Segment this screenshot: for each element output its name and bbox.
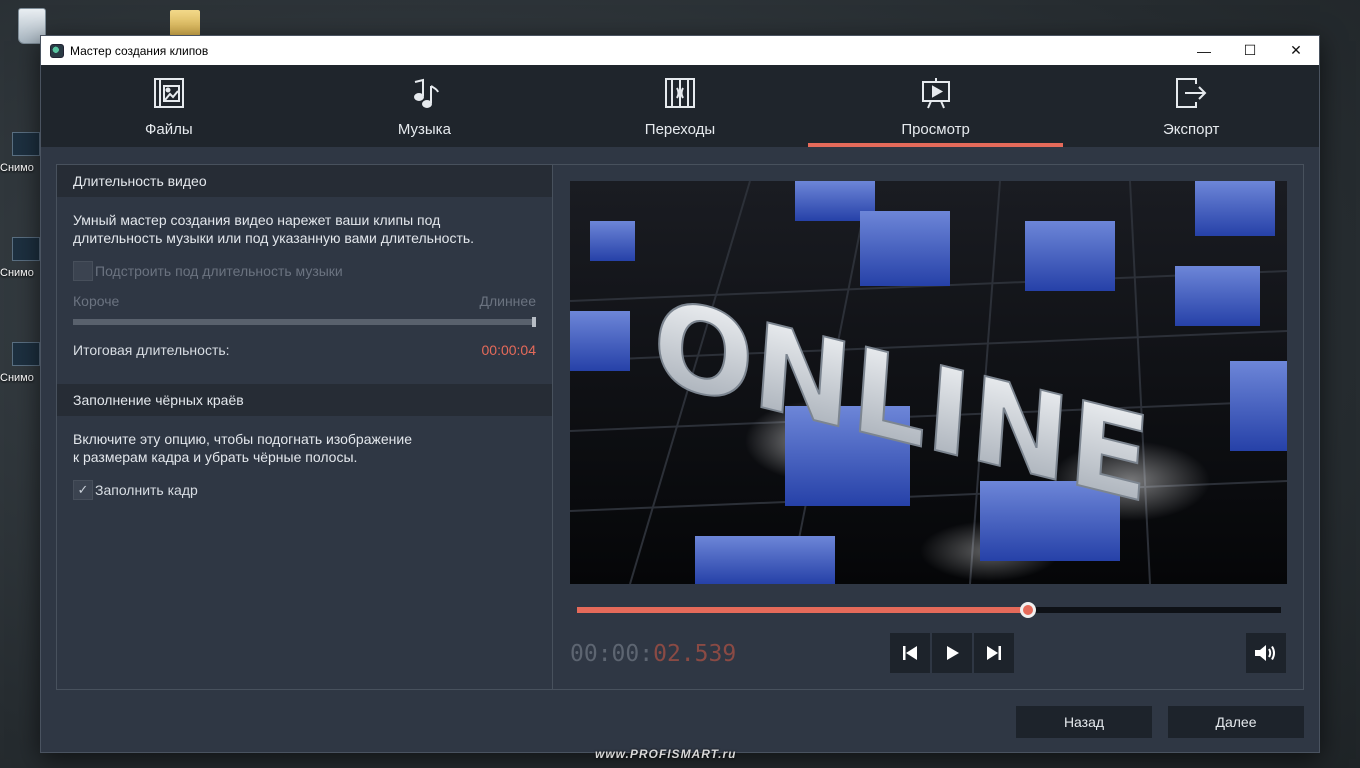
folder-icon[interactable]: [170, 10, 210, 36]
fill-heading: Заполнение чёрных краёв: [57, 384, 552, 416]
app-logo-icon: [50, 43, 64, 58]
fit-music-label: Подстроить под длительность музыки: [95, 263, 343, 279]
tab-label: Экспорт: [1162, 121, 1220, 138]
wizard-tabs: Файлы Музыка Переходы Просмотр Экспорт: [41, 65, 1319, 147]
volume-button[interactable]: [1246, 633, 1286, 673]
desktop-file-snapshot-2[interactable]: Снимо: [0, 237, 40, 279]
timecode-value: 02.539: [653, 641, 737, 667]
minimize-button[interactable]: —: [1181, 36, 1227, 65]
duration-slider[interactable]: [73, 317, 536, 327]
seek-bar-handle[interactable]: [1019, 602, 1036, 618]
seek-bar-progress: [577, 607, 1028, 613]
seek-bar[interactable]: [577, 602, 1281, 618]
maximize-button[interactable]: ☐: [1227, 36, 1273, 65]
tab-music[interactable]: Музыка: [297, 65, 553, 147]
settings-panel: Длительность видео Умный мастер создания…: [57, 165, 553, 689]
duration-range-labels: Короче Длиннее: [57, 293, 552, 309]
clip-wizard-window: Мастер создания клипов — ☐ ✕ Файлы Музык…: [40, 35, 1320, 753]
skip-back-icon: [903, 646, 917, 660]
previous-button[interactable]: [890, 633, 930, 673]
timecode-prefix: 00:00:: [570, 641, 654, 667]
video-preview[interactable]: ONLINE: [570, 181, 1287, 584]
next-step-button[interactable]: Далее: [1168, 706, 1304, 738]
desktop-file-snapshot-3[interactable]: Снимо: [0, 342, 40, 384]
desktop-file-label: Снимо: [0, 162, 34, 174]
tab-label: Просмотр: [901, 121, 970, 138]
tab-export[interactable]: Экспорт: [1063, 65, 1319, 147]
play-button[interactable]: [932, 633, 972, 673]
fit-music-checkbox[interactable]: [73, 261, 93, 281]
back-button[interactable]: Назад: [1016, 706, 1152, 738]
tab-files[interactable]: Файлы: [41, 65, 297, 147]
desktop-file-label: Снимо: [0, 267, 34, 279]
fill-frame-checkbox[interactable]: ✓: [73, 480, 93, 500]
wizard-content: Длительность видео Умный мастер создания…: [56, 164, 1304, 690]
image-file-icon: [12, 132, 40, 156]
window-title: Мастер создания клипов: [70, 43, 209, 58]
title-bar[interactable]: Мастер создания клипов — ☐ ✕: [41, 36, 1319, 65]
tab-label: Файлы: [144, 121, 193, 138]
image-file-icon: [12, 342, 40, 366]
music-icon: [406, 75, 442, 111]
tab-label: Переходы: [644, 121, 716, 138]
checkmark-icon: ✓: [77, 482, 89, 497]
volume-icon: [1255, 645, 1275, 661]
play-icon: [947, 646, 959, 660]
fill-frame-option[interactable]: ✓ Заполнить кадр: [57, 480, 552, 500]
duration-description-line: Умный мастер создания видео нарежет ваши…: [73, 212, 441, 228]
longer-label: Длиннее: [479, 293, 536, 309]
watermark: www.PROFISMART.ru: [595, 747, 737, 761]
preview-icon: [918, 75, 954, 111]
transport-controls: [890, 633, 1014, 673]
duration-heading: Длительность видео: [57, 165, 552, 197]
desktop-file-label: Снимо: [0, 372, 34, 384]
total-duration-value: 00:00:04: [481, 342, 537, 358]
tab-preview[interactable]: Просмотр: [807, 65, 1064, 147]
export-icon: [1173, 75, 1209, 111]
transitions-icon: [662, 75, 698, 111]
fit-music-option[interactable]: Подстроить под длительность музыки: [57, 261, 552, 281]
timecode: 00:00:02.539: [570, 641, 736, 667]
next-button[interactable]: [974, 633, 1014, 673]
tab-transitions[interactable]: Переходы: [552, 65, 808, 147]
tab-label: Музыка: [397, 121, 451, 138]
duration-description-line: длительность музыки или под указанную ва…: [73, 230, 475, 246]
fill-frame-label: Заполнить кадр: [95, 482, 198, 498]
fill-description: Включите эту опцию, чтобы подогнать изоб…: [57, 416, 552, 466]
skip-forward-icon: [987, 646, 1001, 660]
player-panel: ONLINE 00:00:02.539: [554, 165, 1303, 689]
total-duration-row: Итоговая длительность: 00:00:04: [57, 342, 552, 358]
fill-description-line: Включите эту опцию, чтобы подогнать изоб…: [73, 431, 412, 447]
image-file-icon: [12, 237, 40, 261]
desktop-file-snapshot-1[interactable]: Снимо: [0, 132, 40, 174]
shorter-label: Короче: [73, 293, 120, 309]
window-controls: — ☐ ✕: [1181, 36, 1319, 65]
duration-slider-handle[interactable]: [532, 317, 536, 327]
files-icon: [151, 75, 187, 111]
total-duration-label: Итоговая длительность:: [73, 342, 230, 358]
close-button[interactable]: ✕: [1273, 36, 1319, 65]
fill-description-line: к размерам кадра и убрать чёрные полосы.: [73, 449, 358, 465]
duration-description: Умный мастер создания видео нарежет ваши…: [57, 197, 552, 247]
